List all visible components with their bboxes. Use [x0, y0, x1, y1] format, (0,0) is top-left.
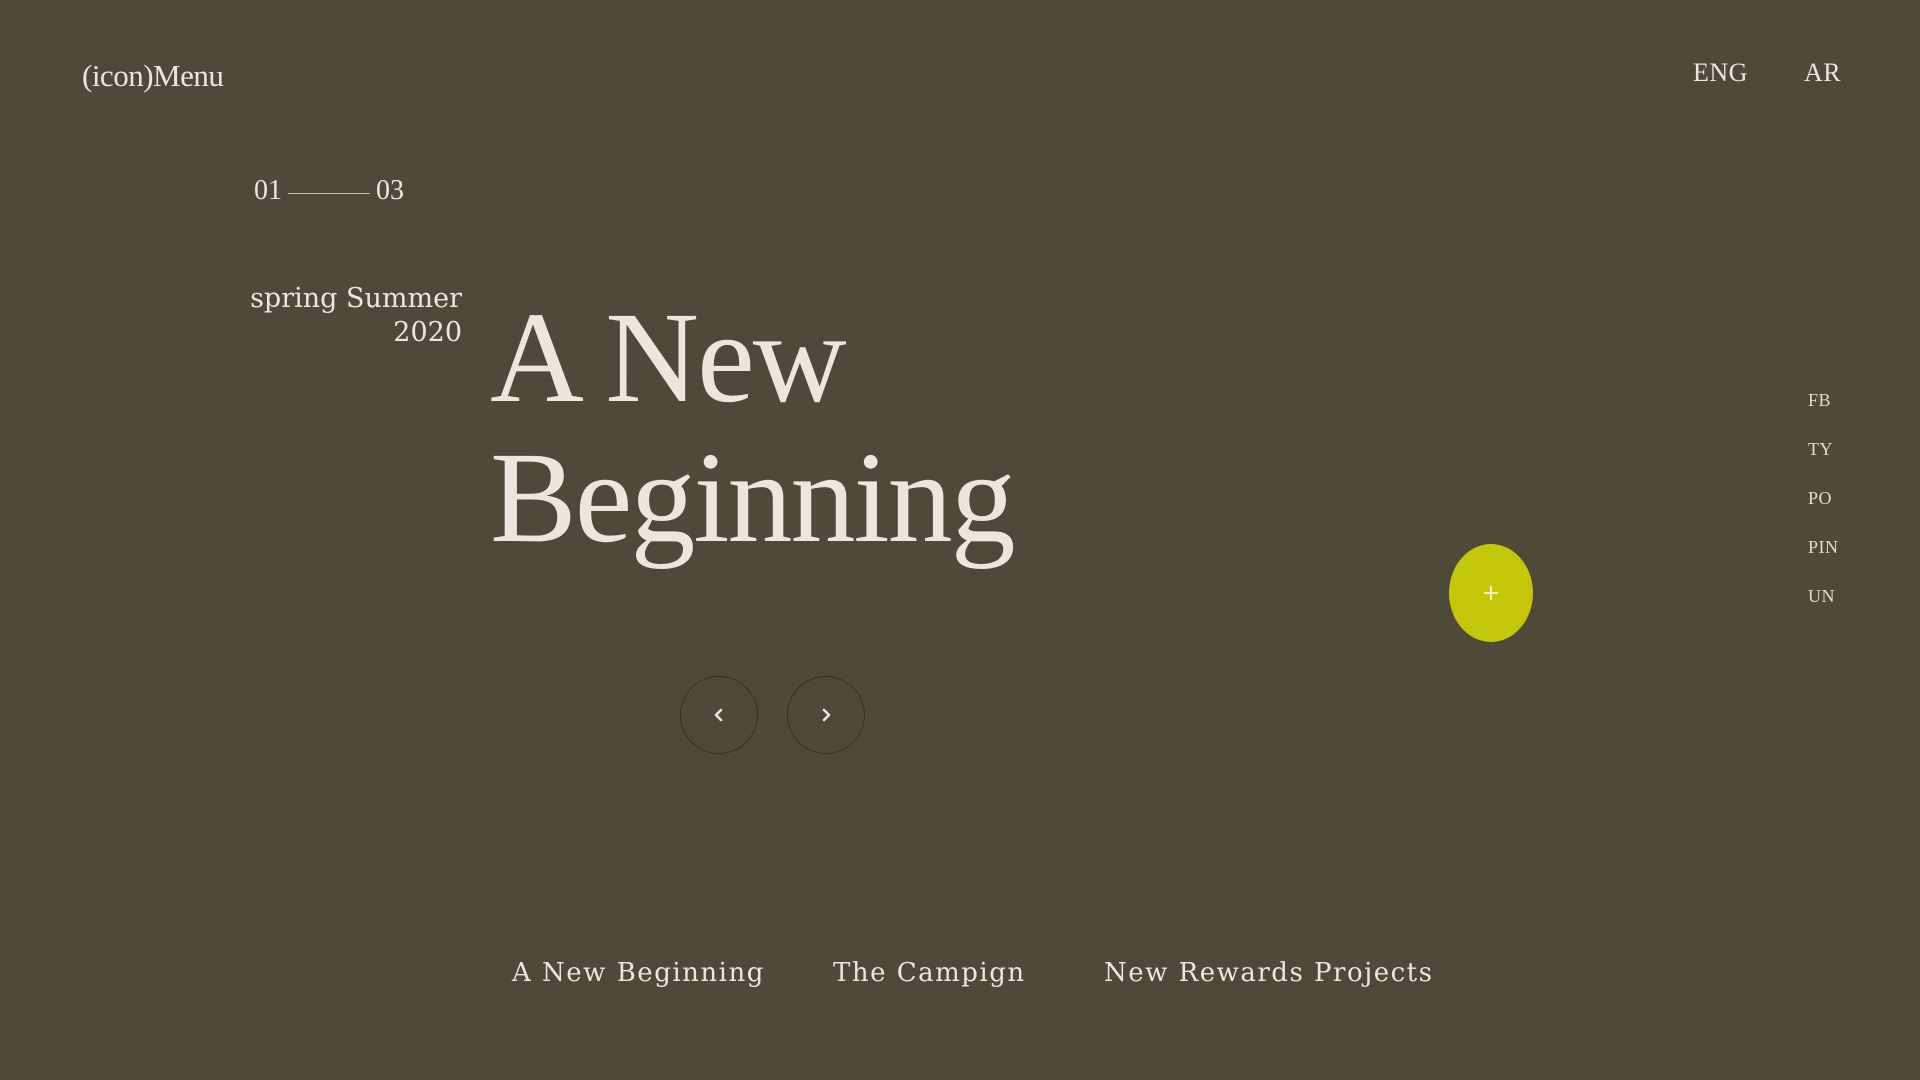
- language-eng-link[interactable]: ENG: [1693, 58, 1748, 88]
- total-slide-number: 03: [376, 175, 404, 206]
- chevron-left-icon: [714, 708, 723, 722]
- social-link-ty[interactable]: TY: [1808, 437, 1839, 461]
- plus-button[interactable]: +: [1449, 544, 1533, 642]
- social-link-un[interactable]: UN: [1808, 584, 1839, 608]
- social-link-po[interactable]: PO: [1808, 486, 1839, 510]
- bottom-navigation: A New Beginning The Campign New Rewards …: [0, 958, 1920, 998]
- season-year: 2020: [393, 317, 462, 348]
- plus-icon: +: [1481, 580, 1501, 606]
- slide-counter: 01 03: [254, 175, 404, 207]
- social-links: FB TY PO PIN UN: [1808, 388, 1839, 608]
- bottom-nav-new-beginning[interactable]: A New Beginning: [512, 958, 765, 988]
- hero-headline-line-2: Beginning: [490, 426, 1016, 570]
- hero-headline: A New Beginning: [490, 286, 1016, 570]
- previous-slide-button[interactable]: [680, 676, 758, 754]
- season-label: spring Summer 2020: [250, 282, 462, 350]
- next-slide-button[interactable]: [787, 676, 865, 754]
- social-link-pin[interactable]: PIN: [1808, 535, 1839, 559]
- language-ar-link[interactable]: AR: [1804, 58, 1841, 88]
- hero-headline-line-1: A New: [490, 286, 847, 430]
- bottom-nav-campaign[interactable]: The Campign: [833, 958, 1026, 988]
- chevron-right-icon: [822, 708, 831, 722]
- counter-divider: [288, 192, 370, 194]
- social-link-fb[interactable]: FB: [1808, 388, 1839, 412]
- current-slide-number: 01: [254, 175, 282, 206]
- bottom-nav-rewards-projects[interactable]: New Rewards Projects: [1104, 958, 1433, 988]
- season-name: spring Summer: [250, 283, 462, 314]
- menu-button[interactable]: (icon)Menu: [82, 58, 224, 94]
